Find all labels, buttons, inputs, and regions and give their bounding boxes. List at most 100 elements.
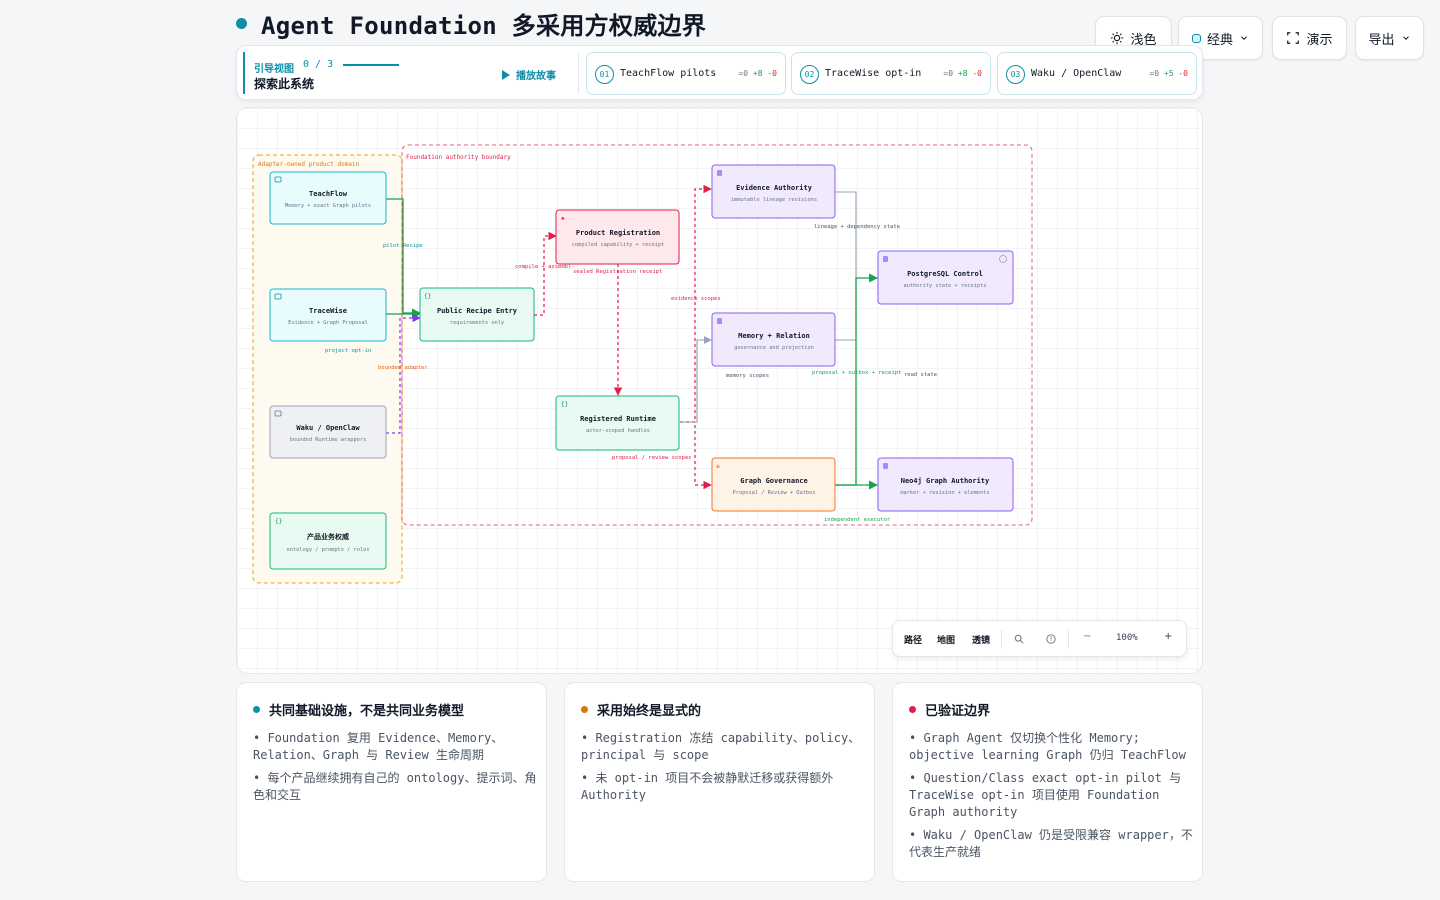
- edge-runtime-evidence: [680, 184, 712, 423]
- card-title: 共同基础设施，不是共同业务模型: [269, 704, 465, 719]
- list-item: • Foundation 复用 Evidence、Memory、Relation…: [253, 731, 504, 762]
- edge-label-pilot-recipe: pilot Recipe: [383, 243, 423, 249]
- node-public-recipe-entry[interactable]: {} Public Recipe Entry requirements only: [419, 287, 535, 342]
- list-item: • 未 opt-in 项目不会被静默迁移或获得额外 Authority: [581, 771, 834, 802]
- node-subtitle: Proposal / Review + Outbox: [733, 490, 816, 496]
- node-product-authority[interactable]: {} 产品业务权威 ontology / prompts / roles: [269, 512, 387, 570]
- node-title: PostgreSQL Control: [907, 270, 983, 278]
- adapter-domain-label: Adapter-owned product domain: [258, 161, 360, 168]
- edge-recipe-registration: [534, 231, 557, 316]
- guide-step-1[interactable]: 01 TeachFlow pilots =0 +8 -0: [586, 52, 786, 95]
- step-stats: =0 +5 -0: [1149, 69, 1188, 78]
- present-button[interactable]: 演示: [1272, 16, 1347, 60]
- list-item: • Question/Class exact opt-in pilot 与 Tr…: [909, 771, 1182, 819]
- zoom-out-button[interactable]: −: [1083, 631, 1091, 642]
- edge-memory-postgres: [835, 279, 857, 341]
- node-title: Evidence Authority: [736, 184, 813, 192]
- list-item: • Registration 冻结 capability、policy、prin…: [581, 731, 861, 762]
- chevron-down-icon: [1241, 36, 1247, 40]
- database-icon: [883, 256, 888, 262]
- edge-label-read-state: read state: [904, 372, 937, 378]
- node-tracewise[interactable]: TraceWise Evidence + Graph Proposal: [269, 288, 387, 342]
- step-number: 01: [595, 65, 614, 84]
- node-title: Graph Governance: [740, 477, 807, 485]
- edge-label-memory-scopes: memory scopes: [726, 373, 769, 379]
- card-title: 已验证边界: [925, 704, 991, 719]
- card-header: 共同基础设施，不是共同业务模型: [253, 700, 464, 719]
- edge-label-proposal-review: proposal / review scopes: [612, 455, 691, 461]
- edge-label-evidence-scopes: evidence scopes: [671, 296, 721, 302]
- step-rm: -0: [972, 69, 982, 78]
- node-evidence-authority[interactable]: Evidence Authority immutable lineage rev…: [711, 164, 836, 219]
- diagram-canvas[interactable]: Adapter-owned product domain Foundation …: [236, 107, 1203, 674]
- node-subtitle: Memory + exact Graph pilots: [285, 203, 371, 209]
- list-icon: ≡: [716, 463, 720, 470]
- code-icon: {}: [561, 401, 568, 408]
- step-eq: =0: [1149, 69, 1160, 78]
- node-title: Memory + Relation: [738, 332, 810, 340]
- guide-subtitle: 探索此系统: [254, 77, 315, 91]
- edge-evidence-postgres: [835, 191, 878, 282]
- step-eq: =0: [738, 69, 749, 78]
- step-number: 03: [1006, 65, 1025, 84]
- node-postgresql-control[interactable]: PostgreSQL Control authority state + rec…: [877, 250, 1014, 305]
- step-name: TeachFlow pilots: [620, 68, 717, 79]
- node-memory-relation[interactable]: Memory + Relation governance and project…: [711, 312, 836, 367]
- node-waku-openclaw[interactable]: Waku / OpenClaw bounded Runtime wrappers: [269, 405, 387, 459]
- list-item: • 每个产品继续拥有自己的 ontology、提示词、角色和交互: [253, 771, 537, 802]
- card-header: 采用始终是显式的: [581, 700, 701, 719]
- sun-icon: [1111, 31, 1124, 45]
- guide-step-2[interactable]: 02 TraceWise opt-in =0 +8 -0: [791, 52, 991, 95]
- diagram-toolbar: 路径 地图 透镜 ? − 100% +: [892, 620, 1187, 657]
- guide-intro: 引导视图 0 / 3 探索此系统 播放故事: [243, 52, 578, 94]
- step-add: +8: [752, 69, 763, 78]
- style-label: 经典: [1206, 32, 1233, 48]
- lens-tool-button[interactable]: 透镜: [972, 633, 990, 646]
- step-stats: =0 +8 -0: [943, 69, 982, 78]
- node-product-registration[interactable]: ◈ Product Registration compiled capabili…: [555, 209, 680, 265]
- map-tool-button[interactable]: 地图: [937, 633, 955, 646]
- help-icon[interactable]: ?: [1046, 634, 1056, 644]
- guide-step-3[interactable]: 03 Waku / OpenClaw =0 +5 -0: [997, 52, 1197, 95]
- guide-divider: [578, 53, 579, 94]
- play-story-button[interactable]: 播放故事: [502, 67, 556, 82]
- path-tool-button[interactable]: 路径: [904, 633, 922, 646]
- search-icon[interactable]: [1014, 634, 1024, 644]
- node-graph-governance[interactable]: ≡ Graph Governance Proposal / Review + O…: [711, 457, 836, 512]
- step-eq: =0: [943, 69, 954, 78]
- node-title: 产品业务权威: [307, 532, 349, 541]
- list-item: • Waku / OpenClaw 仍是受限兼容 wrapper，不代表生产就绪: [909, 828, 1193, 859]
- node-title: Public Recipe Entry: [437, 307, 518, 315]
- card-list: • Registration 冻结 capability、policy、prin…: [581, 730, 866, 810]
- node-subtitle: bounded Runtime wrappers: [290, 437, 367, 443]
- node-title: Product Registration: [576, 229, 660, 237]
- edge-label-proposal-outbox: proposal + outbox + receipt: [812, 370, 901, 376]
- export-menu-button[interactable]: 导出: [1355, 16, 1424, 60]
- shield-icon: ◈: [561, 215, 565, 222]
- card-list: • Graph Agent 仅切换个性化 Memory; objective l…: [909, 730, 1194, 867]
- play-icon: [502, 69, 510, 80]
- zoom-in-button[interactable]: +: [1164, 631, 1172, 642]
- architecture-diagram: Adapter-owned product domain Foundation …: [252, 144, 1033, 584]
- step-rm: -0: [767, 69, 777, 78]
- node-title: Neo4j Graph Authority: [901, 477, 990, 485]
- step-name: TraceWise opt-in: [825, 68, 922, 79]
- node-teachflow[interactable]: TeachFlow Memory + exact Graph pilots: [269, 171, 387, 225]
- step-add: +5: [1163, 69, 1174, 78]
- card-list: • Foundation 复用 Evidence、Memory、Relation…: [253, 730, 538, 810]
- node-subtitle: ontology / prompts / roles: [287, 547, 370, 553]
- step-number: 02: [800, 65, 819, 84]
- node-subtitle: actor-scoped handles: [586, 428, 650, 434]
- card-dot: [909, 706, 916, 713]
- toolbar-divider: [1001, 630, 1002, 649]
- database-icon: [883, 463, 888, 469]
- node-subtitle: governance and projection: [734, 345, 814, 351]
- node-subtitle: Evidence + Graph Proposal: [288, 320, 368, 326]
- node-subtitle: authority state + receipts: [904, 283, 987, 289]
- node-neo4j-graph-authority[interactable]: Neo4j Graph Authority marker + revision …: [877, 457, 1014, 512]
- node-title: Registered Runtime: [580, 415, 656, 423]
- page-title: Agent Foundation 多采用方权威边界: [261, 12, 707, 40]
- node-registered-runtime[interactable]: {} Registered Runtime actor-scoped handl…: [555, 395, 680, 451]
- toolbar-divider: [1068, 630, 1069, 649]
- guide-progress: 0 / 3: [303, 59, 334, 70]
